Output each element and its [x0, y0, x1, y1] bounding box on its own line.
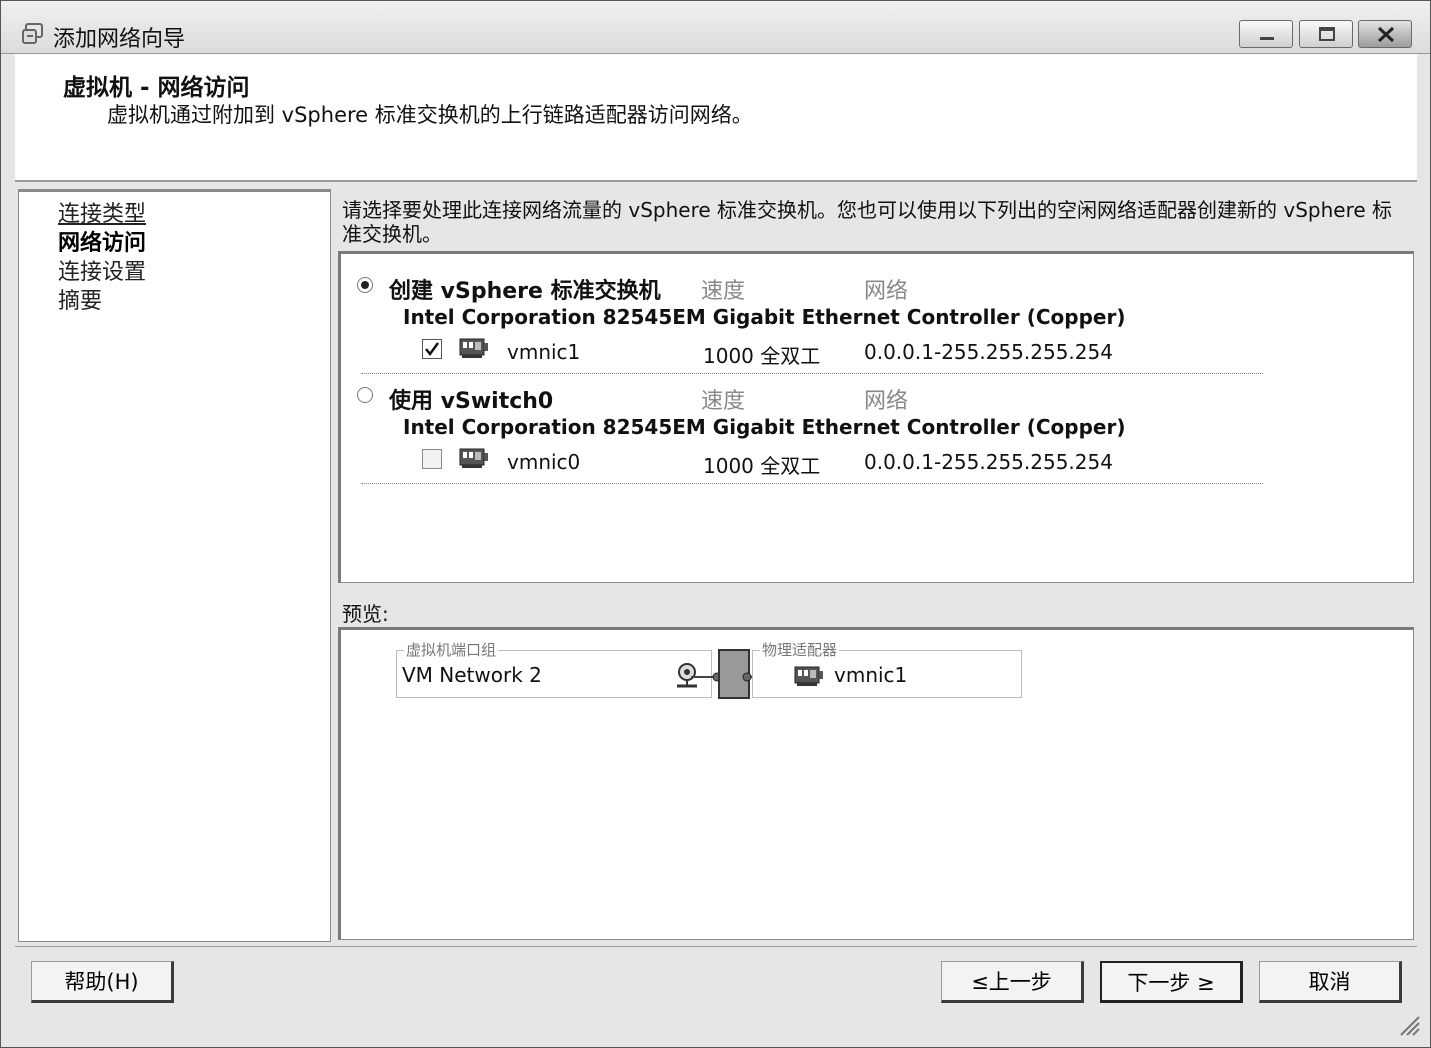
preview-label: 预览: [342, 602, 389, 626]
speed-column-header: 速度 [701, 389, 746, 414]
preview-panel: VM Network 2 虚拟机端口组 vmnic1 物理适配器 [338, 627, 1414, 940]
network-wizard-icon [22, 23, 43, 44]
nic-network-range: 0.0.0.1-255.255.255.254 [864, 450, 1113, 474]
footer-divider [15, 946, 1417, 947]
network-adapter-icon [794, 666, 823, 686]
help-button[interactable]: 帮助(H) [31, 961, 174, 1003]
create-vswitch-label[interactable]: 创建 vSphere 标准交换机 [389, 273, 661, 305]
nic-speed: 1000 全双工 [703, 344, 821, 368]
nav-step-network-access: 网络访问 [58, 231, 147, 256]
physical-nic-name: vmnic1 [834, 663, 908, 687]
minimize-button[interactable] [1239, 20, 1293, 48]
maximize-icon [1319, 27, 1335, 41]
vmnic1-checkbox[interactable] [422, 339, 442, 359]
radio-selected-dot [361, 281, 369, 289]
nav-step-connection-settings: 连接设置 [58, 260, 147, 285]
vmnic0-checkbox[interactable] [422, 449, 442, 469]
nic-name: vmnic0 [507, 450, 581, 474]
back-button[interactable]: ≤上一步 [941, 961, 1084, 1003]
network-adapter-icon [459, 338, 488, 358]
add-network-wizard-window: 添加网络向导 虚拟机 - 网络访问 虚拟机通过附加到 vSphere 标准交换机… [0, 0, 1431, 1048]
physical-adapter-caption: 物理适配器 [760, 639, 840, 660]
nav-step-summary: 摘要 [58, 289, 103, 314]
title-bar: 添加网络向导 [1, 1, 1430, 54]
page-subtitle: 虚拟机通过附加到 vSphere 标准交换机的上行链路适配器访问网络。 [107, 103, 753, 127]
close-button[interactable] [1358, 20, 1412, 48]
minimize-icon [1260, 37, 1274, 40]
checkmark-icon [425, 342, 440, 357]
network-column-header: 网络 [864, 279, 909, 304]
use-vswitch0-radio[interactable] [357, 387, 373, 403]
nic-speed: 1000 全双工 [703, 454, 821, 478]
divider [361, 373, 1263, 374]
divider [361, 483, 1263, 484]
nav-step-connection-type[interactable]: 连接类型 [58, 196, 146, 228]
speed-column-header: 速度 [701, 279, 746, 304]
window-title: 添加网络向导 [53, 27, 186, 52]
use-vswitch0-label[interactable]: 使用 vSwitch0 [389, 383, 553, 415]
wizard-header: 虚拟机 - 网络访问 虚拟机通过附加到 vSphere 标准交换机的上行链路适配… [15, 54, 1417, 182]
wizard-steps-nav: 连接类型 网络访问 连接设置 摘要 [18, 189, 331, 942]
port-group-caption: 虚拟机端口组 [404, 639, 499, 660]
cancel-button[interactable]: 取消 [1259, 961, 1402, 1003]
maximize-button[interactable] [1299, 20, 1353, 48]
switch-options-panel: 创建 vSphere 标准交换机 速度 网络 Intel Corporation… [338, 251, 1414, 583]
close-icon [1377, 26, 1395, 43]
resize-grip-icon[interactable] [1395, 1011, 1421, 1037]
port-group-name: VM Network 2 [402, 663, 542, 687]
adapter-name: Intel Corporation 82545EM Gigabit Ethern… [403, 415, 1126, 439]
network-column-header: 网络 [864, 389, 909, 414]
create-vswitch-radio[interactable] [357, 277, 373, 293]
page-title: 虚拟机 - 网络访问 [63, 75, 250, 101]
adapter-name: Intel Corporation 82545EM Gigabit Ethern… [403, 305, 1126, 329]
network-adapter-icon [459, 448, 488, 468]
instruction-text: 请选择要处理此连接网络流量的 vSphere 标准交换机。您也可以使用以下列出的… [342, 198, 1393, 246]
nic-network-range: 0.0.0.1-255.255.255.254 [864, 340, 1113, 364]
nic-name: vmnic1 [507, 340, 581, 364]
next-button[interactable]: 下一步 ≥ [1100, 961, 1243, 1003]
